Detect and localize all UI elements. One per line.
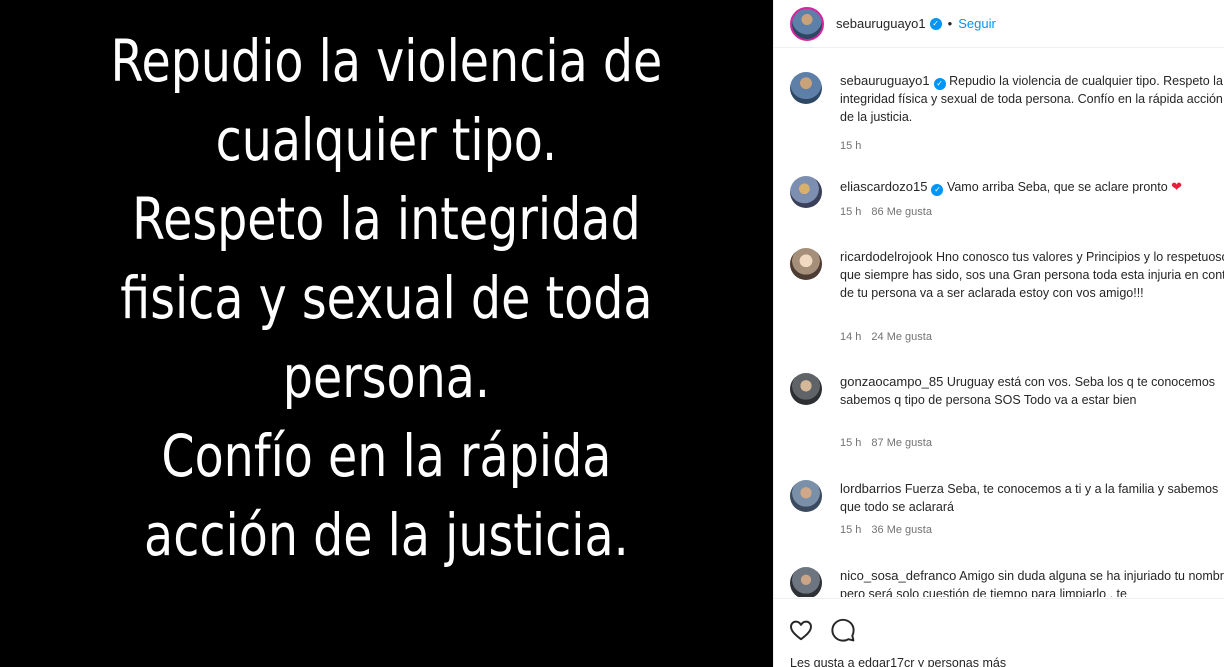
comment-likes[interactable]: 36 Me gusta — [871, 524, 932, 536]
likes-summary[interactable]: Les gusta a edgar17cr y personas más — [790, 656, 1006, 667]
avatar[interactable] — [790, 72, 822, 104]
comment-meta: 15 h 36 Me gusta — [840, 524, 932, 536]
comment-username[interactable]: sebauruguayo1 — [840, 73, 930, 88]
comment-icon[interactable] — [830, 617, 856, 643]
comment-username[interactable]: lordbarrios — [840, 481, 901, 496]
post-image[interactable]: Repudio la violencia de cualquier tipo. … — [0, 0, 773, 667]
avatar[interactable] — [790, 373, 822, 405]
comment-meta: 15 h 86 Me gusta — [840, 206, 932, 218]
comment-time: 14 h — [840, 331, 862, 343]
post-text-line: persona. — [282, 343, 491, 411]
verified-badge-icon: ✓ — [929, 17, 942, 30]
comment-time: 15 h — [840, 140, 862, 152]
action-bar: Les gusta a edgar17cr y personas más — [774, 598, 1224, 667]
header-username[interactable]: sebauruguayo1 — [836, 16, 926, 31]
post-text-line: Repudio la violencia de — [110, 27, 663, 95]
comment-time: 15 h — [840, 437, 862, 449]
avatar[interactable] — [790, 567, 822, 597]
comment-text: nico_sosa_defranco Amigo sin duda alguna… — [840, 567, 1224, 597]
comment-time: 15 h — [840, 524, 862, 536]
comment-text: eliascardozo15 ✓ Vamo arriba Seba, que se… — [840, 178, 1224, 196]
comment-text: sebauruguayo1 ✓ Repudio la violencia de c… — [840, 72, 1224, 126]
post-text-line: fisica y sexual de toda — [120, 264, 653, 332]
comment-meta: 15 h — [840, 140, 861, 152]
comment-likes[interactable]: 87 Me gusta — [871, 437, 932, 449]
comment-time: 15 h — [840, 206, 862, 218]
comment-username[interactable]: gonzaocampo_85 — [840, 374, 943, 389]
post-side-panel: sebauruguayo1 ✓ • Seguir sebauruguayo1 ✓ … — [773, 0, 1224, 667]
post-caption-image-text: Repudio la violencia de cualquier tipo. … — [69, 22, 703, 575]
avatar[interactable] — [790, 480, 822, 512]
comment-text: gonzaocampo_85 Uruguay está con vos. Seb… — [840, 373, 1224, 409]
comment-username[interactable]: nico_sosa_defranco — [840, 568, 956, 583]
comment-meta: 14 h 24 Me gusta — [840, 331, 932, 343]
post-header: sebauruguayo1 ✓ • Seguir — [774, 0, 1224, 48]
comment-body: Vamo arriba Seba, que se aclare pronto — [946, 180, 1168, 194]
avatar[interactable] — [790, 6, 824, 41]
avatar[interactable] — [790, 248, 822, 280]
comment-likes[interactable]: 24 Me gusta — [871, 331, 932, 343]
comments-list[interactable]: sebauruguayo1 ✓ Repudio la violencia de c… — [774, 60, 1224, 597]
comment-username[interactable]: eliascardozo15 — [840, 179, 927, 194]
comment-meta: 15 h 87 Me gusta — [840, 437, 932, 449]
follow-button[interactable]: Seguir — [958, 16, 996, 31]
comment-text: lordbarrios Fuerza Seba, te conocemos a … — [840, 480, 1224, 516]
verified-badge-icon: ✓ — [933, 78, 946, 90]
comment-likes[interactable]: 86 Me gusta — [871, 206, 932, 218]
post-text-line: acción de la justicia. — [144, 501, 629, 569]
heart-emoji-icon: ❤ — [1171, 179, 1183, 194]
comment-username[interactable]: ricardodelrojook — [840, 249, 933, 264]
verified-badge-icon: ✓ — [931, 184, 944, 196]
avatar[interactable] — [790, 176, 822, 208]
post-text-line: Respeto la integridad — [132, 185, 641, 253]
separator-dot: • — [947, 16, 953, 31]
heart-icon[interactable] — [788, 617, 814, 643]
comment-text: ricardodelrojook Hno conosco tus valores… — [840, 248, 1224, 302]
post-text-line: Confío en la rápida — [161, 422, 612, 490]
post-text-line: cualquier tipo. — [215, 106, 558, 174]
